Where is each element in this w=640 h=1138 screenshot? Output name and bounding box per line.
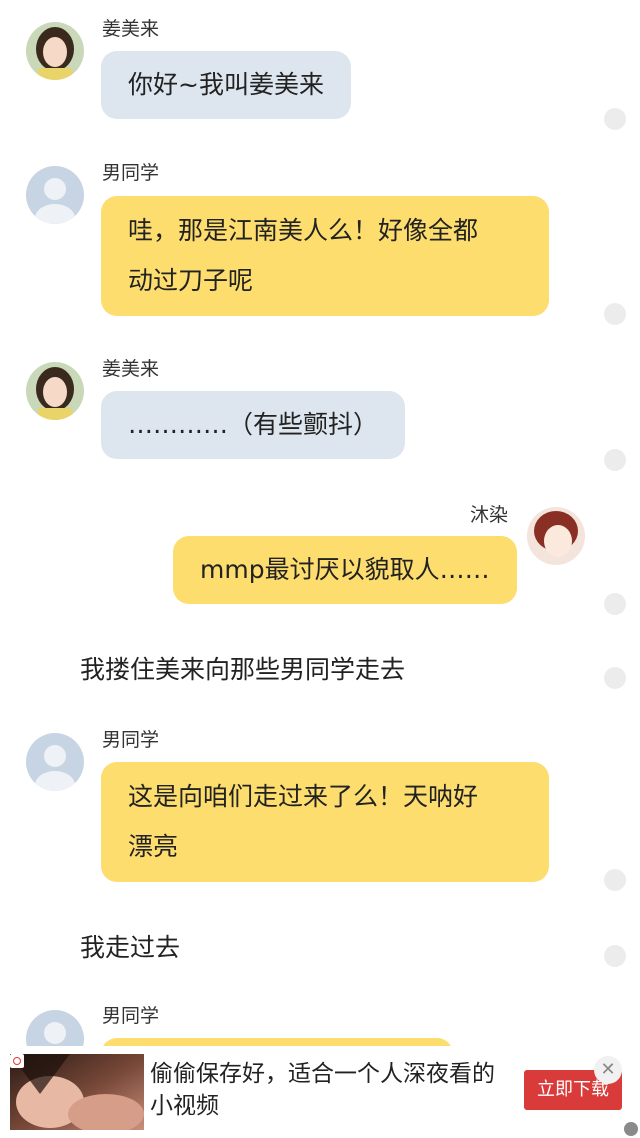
message-text-line: 动过刀子呢 <box>128 266 254 295</box>
message-text: …………（有些颤抖） <box>128 410 379 439</box>
avatar-jiang-meilai[interactable] <box>26 22 84 80</box>
ad-thumbnail[interactable] <box>10 1054 144 1130</box>
message-text-line: 这是向咱们走过来了么！天呐好 <box>128 782 479 811</box>
status-dot <box>604 303 626 325</box>
avatar-default-user[interactable] <box>26 1010 84 1046</box>
message-bubble[interactable] <box>101 1038 453 1046</box>
avatar-default-user[interactable] <box>26 733 84 791</box>
ad-banner[interactable]: 偷偷保存好，适合一个人深夜看的小视频 立即下载 ✕ <box>0 1046 640 1138</box>
avatar-mu-ran[interactable] <box>527 507 585 565</box>
sender-name: 姜美来 <box>102 358 160 380</box>
watermark-logo-icon <box>624 1122 638 1136</box>
ad-text[interactable]: 偷偷保存好，适合一个人深夜看的小视频 <box>150 1058 500 1122</box>
sender-name: 沐染 <box>470 504 509 526</box>
ad-badge-icon <box>10 1054 24 1068</box>
narration-text: 我走过去 <box>80 933 181 962</box>
sender-name: 男同学 <box>102 729 160 751</box>
sender-name: 姜美来 <box>102 18 160 40</box>
message-bubble[interactable]: 你好~我叫姜美来 <box>101 51 351 119</box>
message-bubble[interactable]: 这是向咱们走过来了么！天呐好 漂亮 <box>101 762 549 882</box>
status-dot <box>604 593 626 615</box>
message-text-line: 哇，那是江南美人么！好像全都 <box>128 216 479 245</box>
chat-feed[interactable]: 姜美来 你好~我叫姜美来 男同学 哇，那是江南美人么！好像全都 动过刀子呢 姜美… <box>0 0 640 1046</box>
status-dot <box>604 108 626 130</box>
status-dot <box>604 667 626 689</box>
message-text: mmp最讨厌以貌取人…… <box>200 555 490 584</box>
message-text-line: 漂亮 <box>128 832 179 861</box>
close-icon[interactable]: ✕ <box>594 1056 622 1084</box>
avatar-jiang-meilai[interactable] <box>26 362 84 420</box>
message-bubble[interactable]: …………（有些颤抖） <box>101 391 406 459</box>
message-bubble[interactable]: mmp最讨厌以貌取人…… <box>173 536 517 604</box>
sender-name: 男同学 <box>102 162 160 184</box>
avatar-default-user[interactable] <box>26 166 84 224</box>
message-text: 你好~我叫姜美来 <box>128 70 324 99</box>
narration-text: 我搂住美来向那些男同学走去 <box>80 655 406 684</box>
message-bubble[interactable]: 哇，那是江南美人么！好像全都 动过刀子呢 <box>101 196 549 316</box>
status-dot <box>604 869 626 891</box>
status-dot <box>604 945 626 967</box>
status-dot <box>604 449 626 471</box>
sender-name: 男同学 <box>102 1005 160 1027</box>
